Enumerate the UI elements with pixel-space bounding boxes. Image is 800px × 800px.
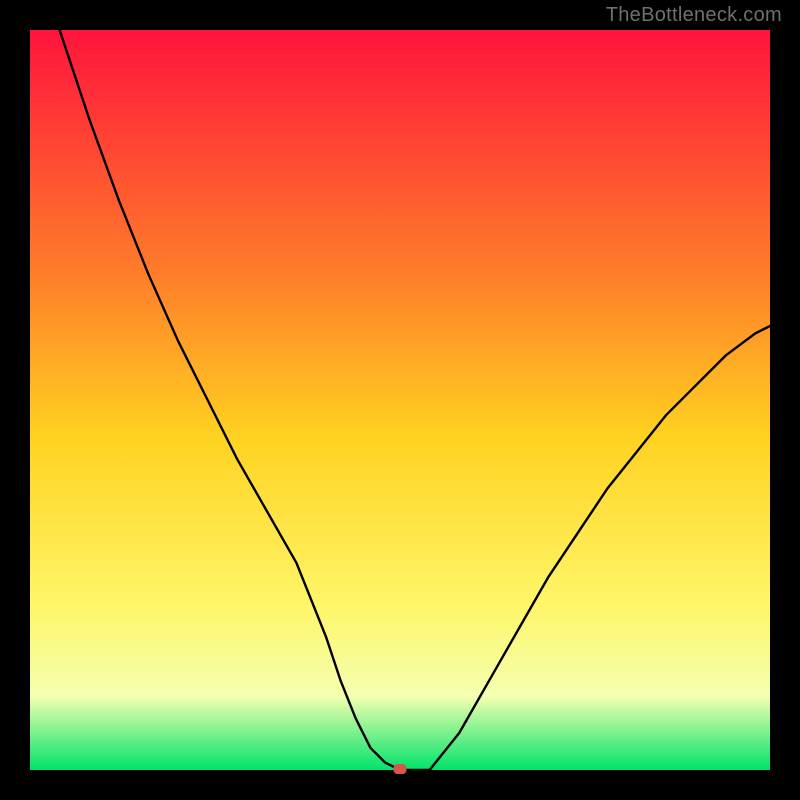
chart-container: { "watermark": "TheBottleneck.com", "cha… [0,0,800,800]
optimum-marker [394,764,407,774]
watermark-label: TheBottleneck.com [606,4,782,27]
plot-background [30,30,770,770]
bottleneck-chart [0,0,800,800]
